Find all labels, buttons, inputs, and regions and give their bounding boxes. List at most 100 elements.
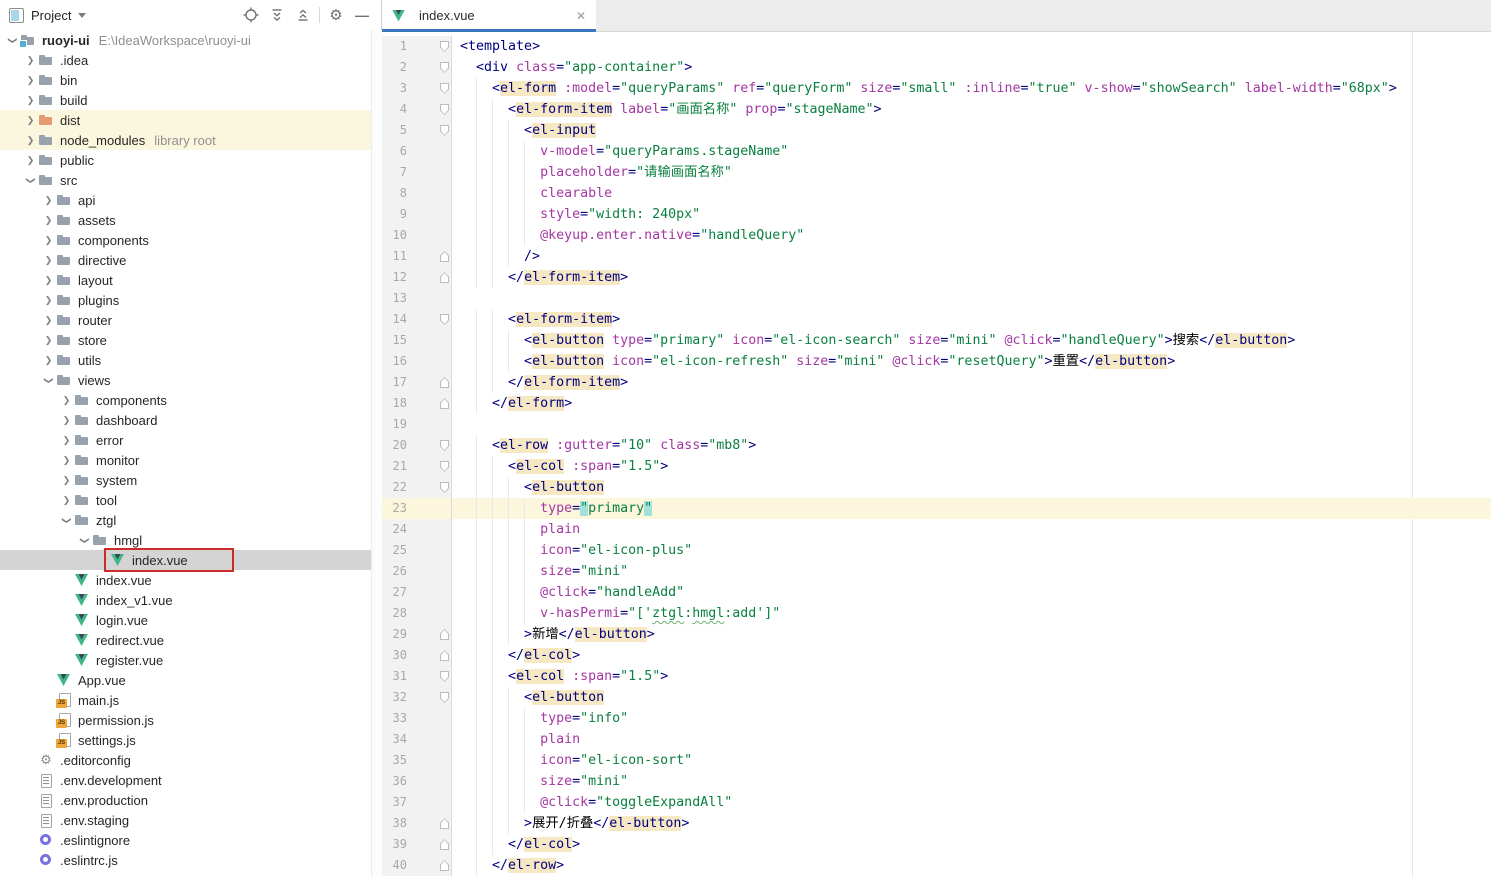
tree-row[interactable]: ❯error: [0, 430, 371, 450]
code-line[interactable]: 31 <el-col :span="1.5">: [382, 666, 1491, 687]
chevron-collapsed-icon[interactable]: ❯: [42, 315, 55, 326]
tree-row[interactable]: ❯redirect.vue: [0, 630, 371, 650]
chevron-expanded-icon[interactable]: ❯: [43, 374, 54, 387]
code-line[interactable]: 22 <el-button: [382, 477, 1491, 498]
code-line[interactable]: 38 >展开/折叠</el-button>: [382, 813, 1491, 834]
tree-row[interactable]: ❯.eslintignore: [0, 830, 371, 850]
tree-row[interactable]: ❯index.vue: [0, 550, 371, 570]
tree-row[interactable]: ❯login.vue: [0, 610, 371, 630]
code-line[interactable]: 15 <el-button type="primary" icon="el-ic…: [382, 330, 1491, 351]
fold-start-icon[interactable]: [440, 482, 449, 493]
chevron-expanded-icon[interactable]: ❯: [7, 34, 18, 47]
chevron-collapsed-icon[interactable]: ❯: [24, 155, 37, 166]
tree-row[interactable]: ❯build: [0, 90, 371, 110]
code-line[interactable]: 25 icon="el-icon-plus": [382, 540, 1491, 561]
expand-all-button[interactable]: [264, 4, 290, 26]
code-line[interactable]: 9 style="width: 240px": [382, 204, 1491, 225]
fold-end-icon[interactable]: [440, 272, 449, 283]
code-line[interactable]: 3 <el-form :model="queryParams" ref="que…: [382, 78, 1491, 99]
settings-button[interactable]: ⚙: [323, 4, 349, 26]
hide-panel-button[interactable]: —: [349, 4, 375, 26]
tree-row[interactable]: ❯main.js: [0, 690, 371, 710]
code-line[interactable]: 33 type="info": [382, 708, 1491, 729]
code-line[interactable]: 16 <el-button icon="el-icon-refresh" siz…: [382, 351, 1491, 372]
tree-row[interactable]: ❯settings.js: [0, 730, 371, 750]
tree-row[interactable]: ❯layout: [0, 270, 371, 290]
code-line[interactable]: 27 @click="handleAdd": [382, 582, 1491, 603]
code-line[interactable]: 13: [382, 288, 1491, 309]
chevron-down-icon[interactable]: [78, 13, 86, 18]
tree-row[interactable]: ❯utils: [0, 350, 371, 370]
chevron-collapsed-icon[interactable]: ❯: [42, 335, 55, 346]
code-line[interactable]: 32 <el-button: [382, 687, 1491, 708]
chevron-collapsed-icon[interactable]: ❯: [42, 215, 55, 226]
fold-end-icon[interactable]: [440, 629, 449, 640]
tree-scrollbar[interactable]: [371, 30, 382, 877]
code-line[interactable]: 6 v-model="queryParams.stageName": [382, 141, 1491, 162]
tree-row[interactable]: ❯ztgl: [0, 510, 371, 530]
chevron-expanded-icon[interactable]: ❯: [79, 534, 90, 547]
chevron-collapsed-icon[interactable]: ❯: [24, 55, 37, 66]
code-line[interactable]: 10 @keyup.enter.native="handleQuery": [382, 225, 1491, 246]
fold-start-icon[interactable]: [440, 83, 449, 94]
code-line[interactable]: 37 @click="toggleExpandAll": [382, 792, 1491, 813]
code-line[interactable]: 11 />: [382, 246, 1491, 267]
code-line[interactable]: 12 </el-form-item>: [382, 267, 1491, 288]
chevron-collapsed-icon[interactable]: ❯: [42, 355, 55, 366]
fold-end-icon[interactable]: [440, 860, 449, 871]
chevron-collapsed-icon[interactable]: ❯: [42, 255, 55, 266]
chevron-collapsed-icon[interactable]: ❯: [60, 415, 73, 426]
tree-row[interactable]: ❯dashboard: [0, 410, 371, 430]
code-line[interactable]: 4 <el-form-item label="画面名称" prop="stage…: [382, 99, 1491, 120]
fold-start-icon[interactable]: [440, 461, 449, 472]
code-line[interactable]: 18 </el-form>: [382, 393, 1491, 414]
tree-row[interactable]: ❯router: [0, 310, 371, 330]
code-line[interactable]: 21 <el-col :span="1.5">: [382, 456, 1491, 477]
chevron-expanded-icon[interactable]: ❯: [61, 514, 72, 527]
fold-start-icon[interactable]: [440, 125, 449, 136]
code-editor[interactable]: 1<template>2 <div class="app-container">…: [382, 32, 1491, 877]
code-line[interactable]: 36 size="mini": [382, 771, 1491, 792]
tree-row[interactable]: ❯views: [0, 370, 371, 390]
code-line[interactable]: 29 >新增</el-button>: [382, 624, 1491, 645]
tree-row[interactable]: ❯.env.development: [0, 770, 371, 790]
tree-row[interactable]: ❯permission.js: [0, 710, 371, 730]
tree-row[interactable]: ❯components: [0, 390, 371, 410]
code-line[interactable]: 19: [382, 414, 1491, 435]
tree-row[interactable]: ❯bin: [0, 70, 371, 90]
tree-row[interactable]: ❯src: [0, 170, 371, 190]
code-line[interactable]: 5 <el-input: [382, 120, 1491, 141]
tree-row[interactable]: ❯directive: [0, 250, 371, 270]
chevron-collapsed-icon[interactable]: ❯: [24, 115, 37, 126]
tree-row[interactable]: ❯.env.production: [0, 790, 371, 810]
tree-row[interactable]: ❯.idea: [0, 50, 371, 70]
fold-end-icon[interactable]: [440, 818, 449, 829]
fold-start-icon[interactable]: [440, 41, 449, 52]
chevron-collapsed-icon[interactable]: ❯: [60, 395, 73, 406]
project-view-selector[interactable]: Project: [31, 8, 71, 23]
code-line[interactable]: 2 <div class="app-container">: [382, 57, 1491, 78]
tree-row[interactable]: ❯api: [0, 190, 371, 210]
fold-start-icon[interactable]: [440, 440, 449, 451]
tree-row[interactable]: ❯plugins: [0, 290, 371, 310]
fold-start-icon[interactable]: [440, 671, 449, 682]
tree-row[interactable]: ❯index.vue: [0, 570, 371, 590]
chevron-collapsed-icon[interactable]: ❯: [42, 295, 55, 306]
tree-row[interactable]: ❯store: [0, 330, 371, 350]
tree-row[interactable]: ❯hmgl: [0, 530, 371, 550]
tree-row[interactable]: ❯public: [0, 150, 371, 170]
fold-start-icon[interactable]: [440, 692, 449, 703]
chevron-collapsed-icon[interactable]: ❯: [42, 195, 55, 206]
fold-end-icon[interactable]: [440, 251, 449, 262]
tree-row[interactable]: ❯register.vue: [0, 650, 371, 670]
chevron-collapsed-icon[interactable]: ❯: [60, 495, 73, 506]
locate-button[interactable]: [238, 4, 264, 26]
code-line[interactable]: 17 </el-form-item>: [382, 372, 1491, 393]
chevron-collapsed-icon[interactable]: ❯: [24, 135, 37, 146]
code-line[interactable]: 7 placeholder="请输画面名称": [382, 162, 1491, 183]
tree-row[interactable]: ❯ruoyi-uiE:\IdeaWorkspace\ruoyi-ui: [0, 30, 371, 50]
code-line[interactable]: 35 icon="el-icon-sort": [382, 750, 1491, 771]
code-line[interactable]: 1<template>: [382, 36, 1491, 57]
chevron-collapsed-icon[interactable]: ❯: [60, 455, 73, 466]
tree-row[interactable]: ❯assets: [0, 210, 371, 230]
